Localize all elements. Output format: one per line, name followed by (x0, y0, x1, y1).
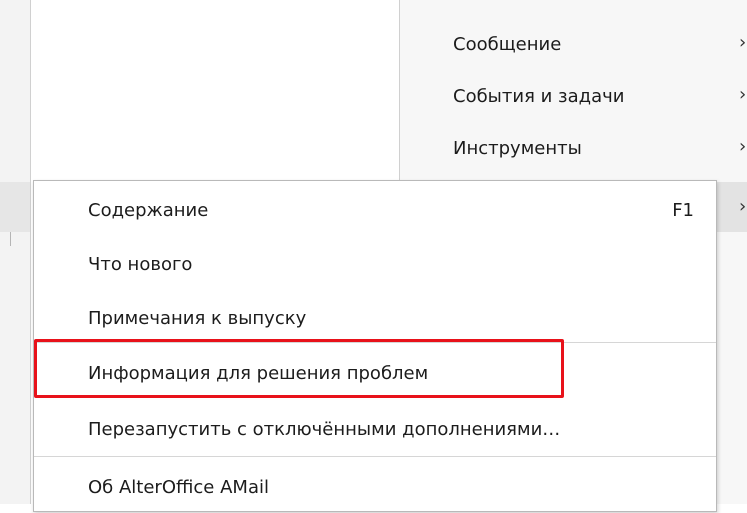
column-resize-mark: ˙˙ (267, 0, 279, 11)
chevron-right-icon: › (739, 32, 747, 53)
left-pane (0, 0, 31, 504)
submenu-item-label: Что нового (88, 254, 193, 275)
chevron-right-icon: › (739, 196, 747, 217)
menu-item-label: Сообщение (453, 34, 562, 55)
submenu-item-label: Информация для решения проблем (88, 363, 429, 384)
submenu-item-label: Примечания к выпуску (88, 308, 307, 329)
submenu-item-label: Содержание (88, 200, 209, 221)
menu-item-message[interactable]: Сообщение › (400, 26, 747, 62)
chevron-right-icon: › (739, 136, 747, 157)
submenu-item-about[interactable]: Об AlterOffice AMail (34, 461, 716, 513)
submenu-item-label: Перезапустить с отключёнными дополнениям… (88, 419, 561, 440)
menu-item-label: События и задачи (453, 86, 625, 107)
menu-item-events-tasks[interactable]: События и задачи › (400, 78, 747, 114)
submenu-item-troubleshooting-info[interactable]: Информация для решения проблем (34, 347, 716, 399)
menu-item-label: Инструменты (453, 138, 582, 159)
help-submenu: Содержание F1 Что нового Примечания к вы… (33, 180, 717, 512)
submenu-item-label: Об AlterOffice AMail (88, 477, 269, 498)
menu-item-tools[interactable]: Инструменты › (400, 130, 747, 166)
menu-separator (34, 342, 716, 343)
submenu-item-restart-addons-disabled[interactable]: Перезапустить с отключёнными дополнениям… (34, 403, 716, 455)
left-pane-divider-tick (10, 232, 11, 246)
submenu-item-whats-new[interactable]: Что нового (34, 238, 716, 290)
left-pane-selected-row[interactable] (0, 182, 30, 232)
submenu-item-release-notes[interactable]: Примечания к выпуску (34, 292, 716, 344)
shortcut-label: F1 (672, 200, 694, 221)
menu-separator (34, 456, 716, 457)
chevron-right-icon: › (739, 84, 747, 105)
submenu-item-contents[interactable]: Содержание F1 (34, 184, 716, 236)
